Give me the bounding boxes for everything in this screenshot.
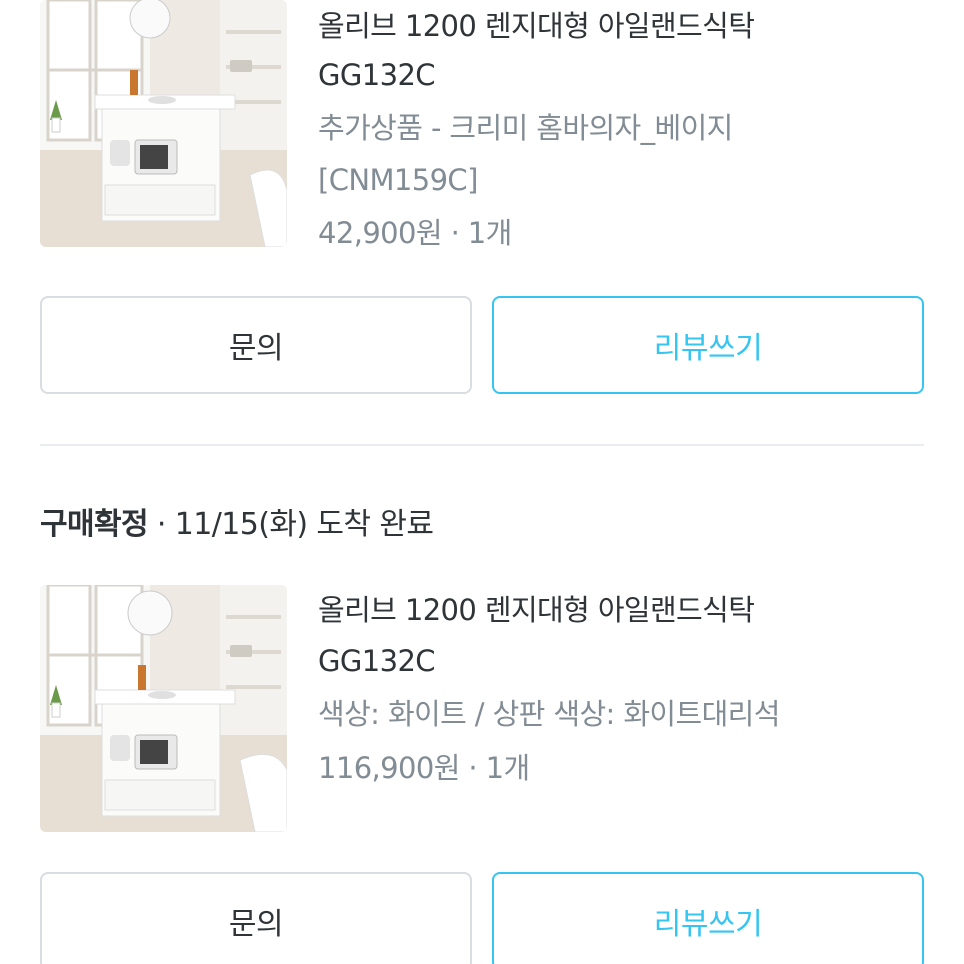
product-title-line2[interactable]: GG132C — [318, 49, 436, 101]
inquiry-button[interactable]: 문의 — [40, 872, 472, 964]
product-option-line2: [CNM159C] — [318, 163, 478, 197]
product-thumbnail[interactable] — [40, 585, 287, 832]
product-thumbnail[interactable] — [40, 0, 287, 247]
product-title-line2[interactable]: GG132C — [318, 635, 436, 687]
product-image — [40, 0, 287, 247]
product-price: 116,900원 · 1개 — [318, 751, 530, 785]
product-title-line1[interactable]: 올리브 1200 렌지대형 아일랜드식탁 — [318, 584, 755, 636]
write-review-button[interactable]: 리뷰쓰기 — [492, 872, 924, 964]
inquiry-button[interactable]: 문의 — [40, 296, 472, 394]
order-status: 구매확정 · 11/15(화) 도착 완료 — [40, 500, 434, 550]
product-option-line1: 추가상품 - 크리미 홈바의자_베이지 — [318, 111, 733, 145]
product-price: 42,900원 · 1개 — [318, 216, 512, 250]
order-status-label: 구매확정 — [40, 507, 149, 542]
product-option-line1: 색상: 화이트 / 상판 색상: 화이트대리석 — [318, 697, 780, 731]
product-image — [40, 585, 287, 832]
product-title-line1[interactable]: 올리브 1200 렌지대형 아일랜드식탁 — [318, 0, 755, 52]
section-divider — [40, 444, 924, 446]
write-review-button[interactable]: 리뷰쓰기 — [492, 296, 924, 394]
order-status-detail: · 11/15(화) 도착 완료 — [148, 507, 434, 542]
